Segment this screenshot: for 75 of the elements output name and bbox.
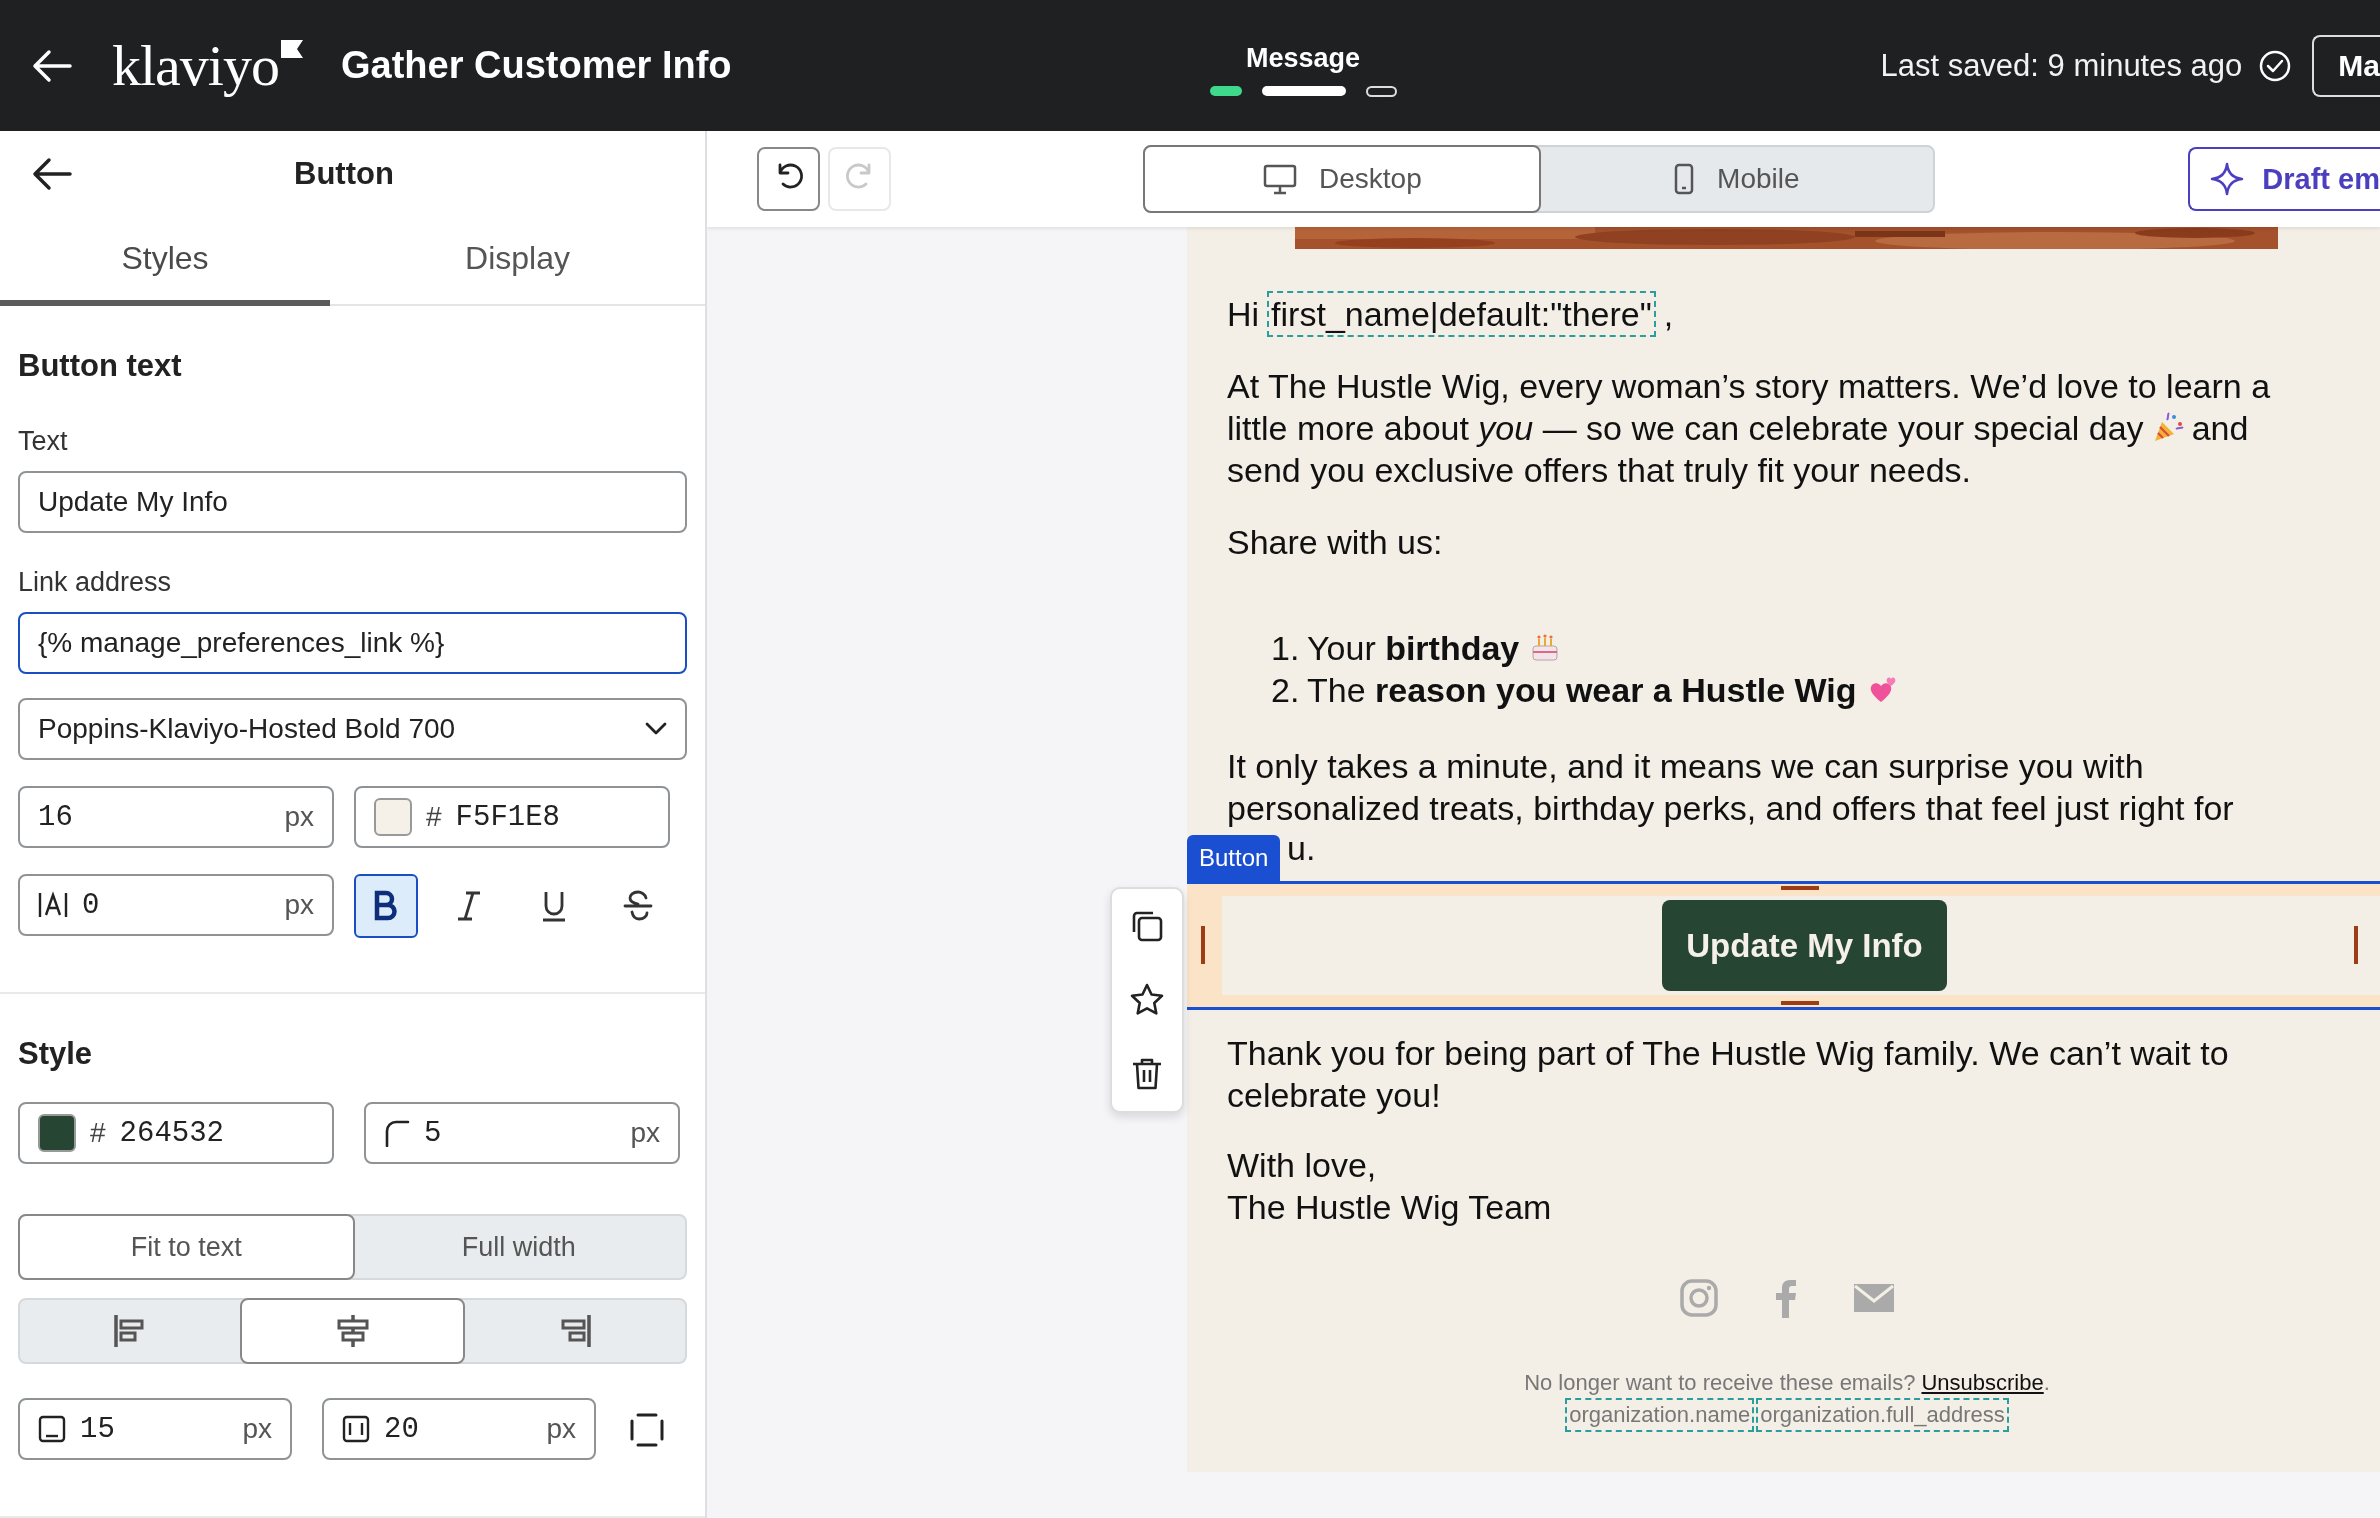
- text-color-input[interactable]: # F5F1E8: [354, 786, 670, 848]
- link-input[interactable]: {% manage_preferences_link %}: [18, 612, 687, 674]
- list-number: 2.: [1271, 670, 1301, 711]
- body-text: With love,: [1227, 1145, 1378, 1186]
- tab[interactable]: Display: [330, 216, 705, 306]
- segment-option[interactable]: Fit to text: [18, 1214, 355, 1280]
- flow-title: Gather Customer Info: [341, 44, 732, 87]
- bold-toggle[interactable]: [354, 874, 418, 938]
- menu-button[interactable]: Ma: [2312, 34, 2380, 97]
- monitor-icon: [1263, 163, 1297, 195]
- body-text: u.: [1287, 829, 1316, 867]
- footer-text: No longer want to receive these emails?: [1524, 1369, 1916, 1397]
- phone-icon: [1673, 163, 1696, 195]
- sparkle-icon: [2210, 162, 2245, 196]
- body-text: personalized treats, birthday perks, and offers that feel just right for: [1227, 788, 2235, 829]
- cta-button[interactable]: Update My Info: [1662, 900, 1947, 991]
- block-label: Button: [1187, 835, 1281, 881]
- tab[interactable]: Styles: [0, 216, 330, 306]
- body-text: Thank you for being part of The Hustle Wig family. We can’t wait to: [1227, 1033, 2230, 1074]
- body-text: send you exclusive offers that truly fit your needs.: [1227, 450, 1971, 491]
- check-circle-icon: [2258, 48, 2293, 83]
- letter-spacing-icon: [38, 891, 68, 919]
- field-label: Text: [18, 426, 69, 457]
- chevron-down-icon: [645, 722, 667, 736]
- merge-tag: first_name|default:"there": [1267, 291, 1656, 337]
- body-text: It only takes a minute, and it means we can surprise you with: [1227, 746, 2145, 787]
- background-color-input[interactable]: # 264532: [18, 1102, 334, 1164]
- resize-handle[interactable]: [1781, 1001, 1819, 1005]
- horizontal-padding-icon: [342, 1415, 370, 1443]
- vertical-padding-input[interactable]: 15 px: [18, 1398, 292, 1460]
- body-text: At The Hustle Wig, every woman’s story matters. We’d love to learn a: [1227, 366, 2271, 407]
- unsubscribe-link[interactable]: Unsubscribe: [1921, 1368, 2044, 1398]
- back-arrow-icon[interactable]: [32, 156, 72, 191]
- letter-spacing-input[interactable]: 0 px: [18, 874, 334, 936]
- vertical-padding-icon: [38, 1415, 66, 1443]
- star-icon[interactable]: [1129, 982, 1165, 1018]
- body-text: little more about you — so we can celebrate your special day: [1227, 408, 2144, 449]
- section-heading: Button text: [18, 348, 183, 384]
- footer-text: .: [2043, 1369, 2050, 1397]
- body-text: celebrate you!: [1227, 1075, 1442, 1116]
- font-size-input[interactable]: 16 px: [18, 786, 334, 848]
- resize-handle[interactable]: [2354, 926, 2358, 964]
- panel-title: Button: [294, 155, 394, 192]
- horizontal-padding-input[interactable]: 20 px: [322, 1398, 596, 1460]
- flag-icon: [281, 39, 303, 58]
- corner-radius-input[interactable]: 5 px: [364, 1102, 680, 1164]
- logo-text: klaviyo: [112, 33, 279, 98]
- color-swatch[interactable]: [38, 1114, 76, 1152]
- strikethrough-icon: [622, 890, 654, 922]
- text-input[interactable]: Update My Info: [18, 471, 687, 533]
- step-label: Message: [1245, 42, 1361, 74]
- color-swatch[interactable]: [374, 798, 412, 836]
- body-text: Hi: [1227, 294, 1260, 335]
- align-center-option[interactable]: [239, 1298, 466, 1364]
- back-arrow-icon[interactable]: [32, 48, 72, 83]
- draft-email-button[interactable]: Draft em: [2188, 147, 2380, 211]
- corner-radius-icon: [384, 1119, 410, 1147]
- merge-tag: organization.full_address: [1756, 1398, 2009, 1432]
- save-status: Last saved: 9 minutes ago: [1880, 47, 2243, 84]
- section-heading: Style: [18, 1036, 94, 1072]
- body-text: The Hustle Wig Team: [1227, 1187, 1553, 1228]
- resize-handle[interactable]: [1781, 886, 1819, 890]
- field-label: Link address: [18, 567, 173, 598]
- list-number: 1.: [1271, 628, 1301, 669]
- padding-all-sides-icon[interactable]: [630, 1413, 664, 1447]
- body-text: and: [2191, 408, 2249, 449]
- resize-handle[interactable]: [1201, 926, 1205, 964]
- merge-tag: organization.name: [1565, 1398, 1755, 1432]
- device-toggle[interactable]: Desktop: [1143, 145, 1542, 213]
- undo-button[interactable]: [757, 147, 821, 211]
- list-text: The reason you wear a Hustle Wig: [1307, 670, 1857, 711]
- body-text: ,: [1663, 294, 1674, 335]
- list-text: Your birthday: [1307, 628, 1520, 669]
- font-dropdown[interactable]: Poppins-Klaviyo-Hosted Bold 700: [18, 698, 687, 760]
- body-text: Share with us:: [1226, 522, 1444, 563]
